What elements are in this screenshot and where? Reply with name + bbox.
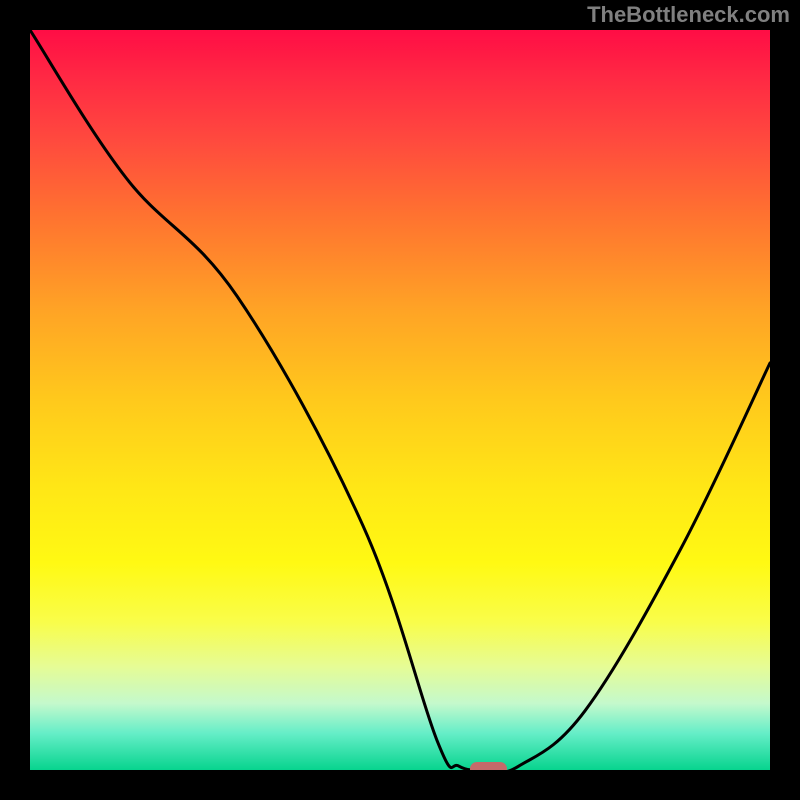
chart-plot-area xyxy=(30,30,770,770)
watermark-label: TheBottleneck.com xyxy=(587,2,790,28)
curve-svg xyxy=(30,30,770,770)
optimal-marker xyxy=(470,762,507,770)
bottleneck-curve-path xyxy=(30,30,770,770)
